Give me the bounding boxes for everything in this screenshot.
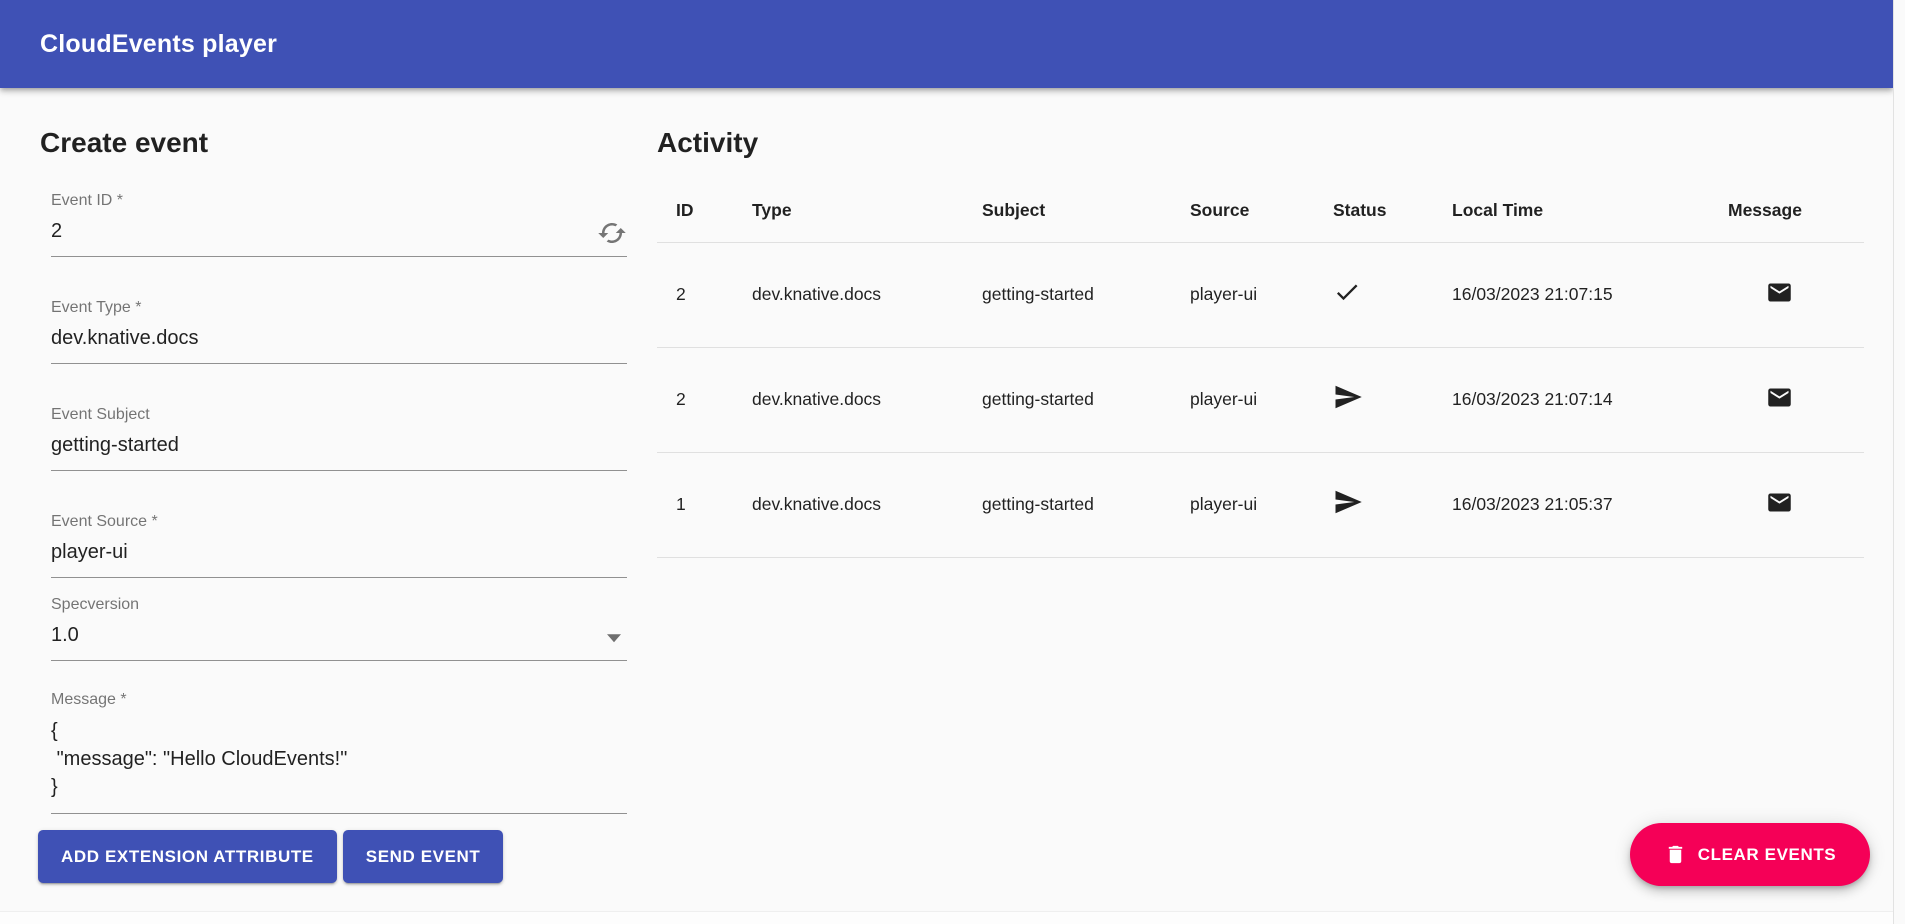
cell-source: player-ui (1190, 347, 1333, 452)
table-row: 2 dev.knative.docs getting-started playe… (657, 242, 1864, 347)
column-header-local-time: Local Time (1452, 180, 1728, 242)
column-header-subject: Subject (982, 180, 1190, 242)
add-extension-attribute-button[interactable]: ADD EXTENSION ATTRIBUTE (38, 830, 337, 883)
cell-type: dev.knative.docs (752, 347, 982, 452)
create-event-panel: Create event Event ID * Event T (40, 126, 630, 883)
cell-type: dev.knative.docs (752, 452, 982, 557)
column-header-id: ID (657, 180, 752, 242)
cell-source: player-ui (1190, 242, 1333, 347)
specversion-field: Specversion 1.0 (51, 595, 627, 661)
event-subject-input[interactable] (51, 424, 627, 470)
event-type-field: Event Type * (51, 298, 627, 364)
specversion-label: Specversion (51, 595, 627, 614)
activity-panel: Activity ID Type Subject Source Status L… (657, 126, 1864, 558)
event-id-input[interactable] (51, 210, 627, 256)
table-row: 2 dev.knative.docs getting-started playe… (657, 347, 1864, 452)
event-subject-label: Event Subject (51, 405, 627, 424)
table-row: 1 dev.knative.docs getting-started playe… (657, 452, 1864, 557)
message-textarea[interactable]: { "message": "Hello CloudEvents!" } (51, 709, 627, 813)
vertical-scrollbar[interactable] (1893, 0, 1905, 924)
envelope-icon[interactable] (1766, 489, 1864, 521)
event-subject-field: Event Subject (51, 405, 627, 471)
message-field: Message * { "message": "Hello CloudEvent… (51, 690, 627, 814)
cell-subject: getting-started (982, 452, 1190, 557)
column-header-status: Status (1333, 180, 1452, 242)
event-type-input[interactable] (51, 317, 627, 363)
app-title: CloudEvents player (40, 30, 277, 59)
cell-id: 2 (657, 347, 752, 452)
create-event-title: Create event (40, 126, 630, 160)
table-header-row: ID Type Subject Source Status Local Time… (657, 180, 1864, 242)
cell-id: 2 (657, 242, 752, 347)
cell-id: 1 (657, 452, 752, 557)
specversion-select[interactable]: 1.0 (51, 614, 627, 660)
trash-icon (1664, 843, 1687, 866)
dropdown-arrow-icon (607, 634, 621, 642)
column-header-type: Type (752, 180, 982, 242)
cell-source: player-ui (1190, 452, 1333, 557)
envelope-icon[interactable] (1766, 279, 1864, 311)
cell-local-time: 16/03/2023 21:05:37 (1452, 452, 1728, 557)
check-icon (1333, 278, 1452, 311)
event-id-label: Event ID * (51, 191, 627, 210)
send-icon (1333, 487, 1452, 522)
send-icon (1333, 382, 1452, 417)
send-event-button[interactable]: SEND EVENT (343, 830, 504, 883)
clear-events-button[interactable]: CLEAR EVENTS (1630, 823, 1870, 886)
form-actions: ADD EXTENSION ATTRIBUTE SEND EVENT (38, 830, 630, 883)
create-event-fields: Event ID * Event Type * (51, 191, 627, 814)
cell-subject: getting-started (982, 347, 1190, 452)
event-id-field: Event ID * (51, 191, 627, 257)
regenerate-id-button[interactable] (597, 218, 627, 248)
horizontal-scrollbar-track (0, 911, 1893, 924)
cell-type: dev.knative.docs (752, 242, 982, 347)
clear-events-label: CLEAR EVENTS (1698, 845, 1837, 865)
cell-subject: getting-started (982, 242, 1190, 347)
event-source-input[interactable] (51, 531, 627, 577)
event-type-label: Event Type * (51, 298, 627, 317)
column-header-message: Message (1728, 180, 1864, 242)
cell-local-time: 16/03/2023 21:07:14 (1452, 347, 1728, 452)
cloudevents-player-screen: CloudEvents player Create event Event ID… (0, 0, 1905, 924)
message-label: Message * (51, 690, 627, 709)
cell-local-time: 16/03/2023 21:07:15 (1452, 242, 1728, 347)
envelope-icon[interactable] (1766, 384, 1864, 416)
activity-table: ID Type Subject Source Status Local Time… (657, 180, 1864, 558)
event-source-label: Event Source * (51, 512, 627, 531)
event-source-field: Event Source * (51, 512, 627, 578)
cached-icon (597, 236, 627, 251)
app-bar: CloudEvents player (0, 0, 1893, 88)
column-header-source: Source (1190, 180, 1333, 242)
activity-title: Activity (657, 126, 1864, 160)
